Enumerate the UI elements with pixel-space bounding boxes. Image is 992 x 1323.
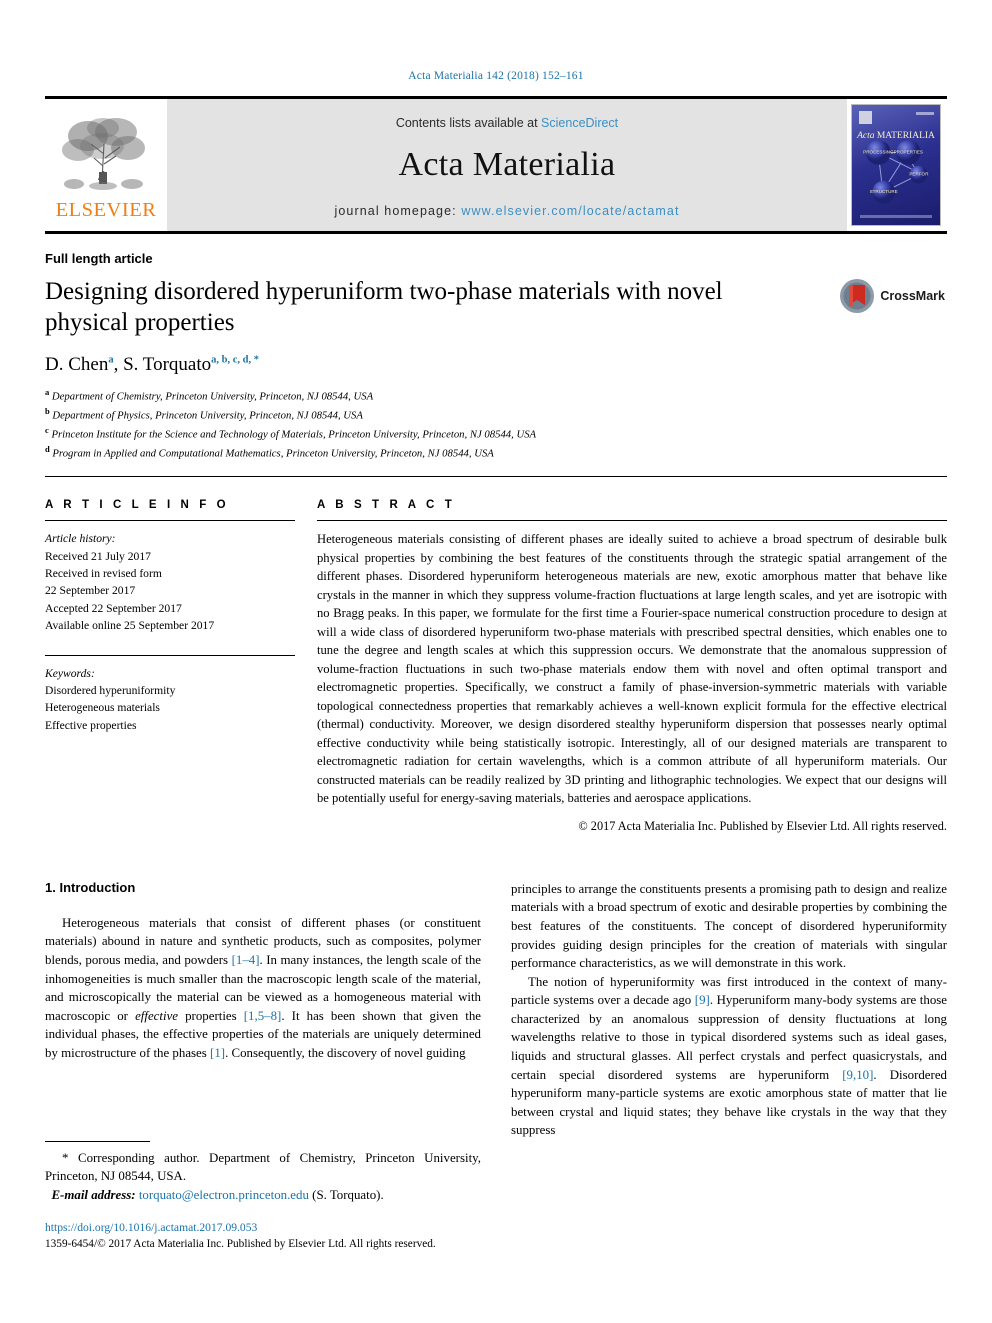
journal-title: Acta Materialia bbox=[398, 146, 616, 183]
svg-text:PERFOR: PERFOR bbox=[909, 171, 929, 176]
journal-cover-thumbnail[interactable]: Acta MATERIALIA PROCESSING PROPERTIES PE… bbox=[847, 99, 947, 231]
crossmark-badge[interactable]: CrossMark bbox=[839, 278, 945, 314]
email-label: E-mail address: bbox=[51, 1187, 136, 1202]
affiliation-text-d: Program in Applied and Computational Mat… bbox=[52, 447, 494, 460]
article-history-block: Article history: Received 21 July 2017 R… bbox=[45, 530, 295, 634]
contents-available-line: Contents lists available at ScienceDirec… bbox=[396, 116, 618, 130]
contents-prefix: Contents lists available at bbox=[395, 116, 538, 130]
corresponding-author-note: * Corresponding author. Department of Ch… bbox=[45, 1149, 481, 1205]
affiliation-mark-c: c bbox=[45, 425, 49, 436]
affiliation-list: a Department of Chemistry, Princeton Uni… bbox=[45, 386, 947, 462]
keywords-label: Keywords: bbox=[45, 666, 95, 680]
crossmark-label: CrossMark bbox=[880, 289, 945, 303]
journal-masthead: ELSEVIER Contents lists available at Sci… bbox=[45, 96, 947, 234]
page-title: Designing disordered hyperuniform two-ph… bbox=[45, 278, 723, 336]
article-history-label: Article history: bbox=[45, 532, 116, 546]
body-column-left: 1. Introduction Heterogeneous materials … bbox=[45, 880, 481, 1253]
intro-l-t8: . Consequently, the discovery of novel g… bbox=[225, 1045, 466, 1060]
elsevier-logo: ELSEVIER bbox=[45, 99, 167, 231]
author-name-1: S. Torquato bbox=[123, 354, 212, 375]
svg-text:PROPERTIES: PROPERTIES bbox=[894, 149, 923, 154]
cover-footer-text bbox=[860, 215, 932, 218]
email-suffix: (S. Torquato). bbox=[312, 1187, 384, 1202]
affiliation-mark-a: a bbox=[45, 387, 50, 397]
intro-l-emph: effective bbox=[135, 1008, 179, 1023]
author-marks-0[interactable]: a bbox=[108, 355, 113, 366]
keyword-2: Effective properties bbox=[45, 718, 137, 732]
abstract-heading: A B S T R A C T bbox=[317, 499, 456, 512]
keyword-0: Disordered hyperuniformity bbox=[45, 684, 176, 698]
history-item-4: Available online 25 September 2017 bbox=[45, 619, 215, 633]
citation-9-10[interactable]: [9,10] bbox=[842, 1068, 873, 1082]
footer-doi-block: https://doi.org/10.1016/j.actamat.2017.0… bbox=[45, 1220, 481, 1252]
abstract-divider bbox=[317, 520, 947, 522]
history-item-0: Received 21 July 2017 bbox=[45, 549, 151, 563]
crossmark-icon bbox=[840, 279, 875, 313]
affiliation-mark-b: b bbox=[45, 406, 50, 417]
keywords-divider bbox=[45, 654, 295, 656]
article-info-column: A R T I C L E I N F O Article history: R… bbox=[45, 499, 295, 834]
header-divider bbox=[45, 476, 947, 478]
section-heading-introduction: 1. Introduction bbox=[45, 879, 136, 895]
affiliation-c: c Princeton Institute for the Science an… bbox=[45, 424, 947, 443]
paper-page: Acta Materialia 142 (2018) 152–161 ELSEV… bbox=[0, 0, 992, 1323]
intro-paragraph-left: Heterogeneous materials that consist of … bbox=[45, 914, 481, 1063]
affiliation-text-a: Department of Chemistry, Princeton Unive… bbox=[51, 390, 374, 403]
footnote-text: Corresponding author. Department of Chem… bbox=[45, 1150, 481, 1184]
affiliation-text-b: Department of Physics, Princeton Univers… bbox=[52, 409, 363, 422]
doi-link[interactable]: https://doi.org/10.1016/j.actamat.2017.0… bbox=[45, 1221, 257, 1234]
issn-copyright-line: 1359-6454/© 2017 Acta Materialia Inc. Pu… bbox=[45, 1237, 436, 1250]
intro-paragraph-right-2: The notion of hyperuniformity was first … bbox=[511, 973, 947, 1140]
affiliation-d: d Program in Applied and Computational M… bbox=[45, 443, 947, 462]
doi-line: https://doi.org/10.1016/j.actamat.2017.0… bbox=[45, 1220, 481, 1236]
history-item-2: 22 September 2017 bbox=[45, 584, 136, 598]
abstract-copyright: © 2017 Acta Materialia Inc. Published by… bbox=[578, 818, 947, 833]
keyword-1: Heterogeneous materials bbox=[45, 701, 160, 715]
intro-paragraph-right-1: principles to arrange the constituents p… bbox=[511, 881, 947, 971]
author-list: D. Chena, S. Torquatoa, b, c, d, * bbox=[45, 354, 259, 375]
affiliation-a: a Department of Chemistry, Princeton Uni… bbox=[45, 386, 947, 405]
masthead-center: Contents lists available at ScienceDirec… bbox=[167, 99, 847, 231]
running-head: Acta Materialia 142 (2018) 152–161 bbox=[408, 70, 584, 82]
title-row: Designing disordered hyperuniform two-ph… bbox=[45, 276, 947, 338]
author-name-0: D. Chen bbox=[45, 354, 109, 375]
svg-text:STRUCTURE: STRUCTURE bbox=[870, 189, 898, 194]
homepage-prefix: journal homepage: bbox=[334, 204, 457, 218]
elsevier-tree-icon bbox=[62, 117, 145, 190]
body-column-right: principles to arrange the constituents p… bbox=[511, 880, 947, 1253]
abstract-text: Heterogeneous materials consisting of di… bbox=[317, 532, 947, 806]
affiliation-b: b Department of Physics, Princeton Unive… bbox=[45, 405, 947, 424]
history-item-1: Received in revised form bbox=[45, 567, 162, 581]
author-marks-1[interactable]: a, b, c, d, * bbox=[211, 355, 259, 366]
journal-homepage-link[interactable]: www.elsevier.com/locate/actamat bbox=[461, 204, 679, 218]
cover-network-diagram: PROCESSING PROPERTIES PERFOR STRUCTURE bbox=[863, 140, 929, 204]
journal-homepage-line: journal homepage: www.elsevier.com/locat… bbox=[334, 204, 679, 218]
footnote-area: * Corresponding author. Department of Ch… bbox=[45, 1140, 481, 1253]
article-info-divider bbox=[45, 520, 295, 522]
sciencedirect-link[interactable]: ScienceDirect bbox=[541, 116, 618, 130]
svg-text:PROCESSING: PROCESSING bbox=[863, 149, 894, 154]
affiliation-text-c: Princeton Institute for the Science and … bbox=[51, 428, 537, 441]
history-item-3: Accepted 22 September 2017 bbox=[45, 601, 182, 615]
email-link[interactable]: torquato@electron.princeton.edu bbox=[139, 1188, 309, 1202]
citation-9[interactable]: [9] bbox=[695, 993, 710, 1007]
footnote-divider bbox=[45, 1140, 150, 1142]
article-type-label: Full length article bbox=[45, 251, 153, 266]
article-info-heading: A R T I C L E I N F O bbox=[45, 499, 230, 512]
info-abstract-section: A R T I C L E I N F O Article history: R… bbox=[45, 499, 947, 834]
citation-1-5-8[interactable]: [1,5–8] bbox=[244, 1009, 282, 1023]
affiliation-mark-d: d bbox=[45, 444, 50, 455]
footnote-star: * bbox=[62, 1150, 69, 1165]
keywords-block: Keywords: Disordered hyperuniformity Het… bbox=[45, 665, 295, 735]
elsevier-wordmark: ELSEVIER bbox=[55, 198, 157, 221]
body-columns: 1. Introduction Heterogeneous materials … bbox=[45, 880, 947, 1253]
intro-l-t4: properties bbox=[178, 1008, 244, 1023]
journal-cover-image: Acta MATERIALIA PROCESSING PROPERTIES PE… bbox=[851, 104, 941, 226]
abstract-column: A B S T R A C T Heterogeneous materials … bbox=[317, 499, 947, 834]
citation-1-4[interactable]: [1–4] bbox=[232, 953, 260, 967]
citation-1[interactable]: [1] bbox=[210, 1046, 225, 1060]
